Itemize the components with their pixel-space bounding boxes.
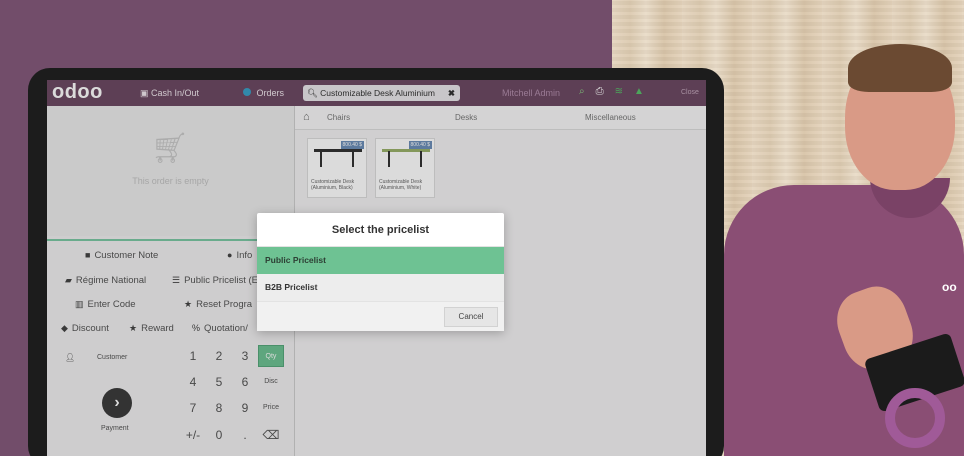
- pricelist-option-public[interactable]: Public Pricelist: [257, 247, 504, 274]
- pricelist-dialog: Select the pricelist Public Pricelist B2…: [257, 213, 504, 331]
- brand-circle-logo: [885, 388, 945, 448]
- dialog-footer: Cancel: [257, 301, 504, 331]
- dialog-title: Select the pricelist: [257, 213, 504, 247]
- pricelist-option-b2b[interactable]: B2B Pricelist: [257, 274, 504, 301]
- pos-screen: odoo ▣ Cash In/Out Orders 🔍︎ Customizabl…: [47, 80, 706, 456]
- shirt-logo: oo: [942, 280, 957, 294]
- presenter-hair: [848, 44, 952, 92]
- cancel-button[interactable]: Cancel: [444, 307, 498, 327]
